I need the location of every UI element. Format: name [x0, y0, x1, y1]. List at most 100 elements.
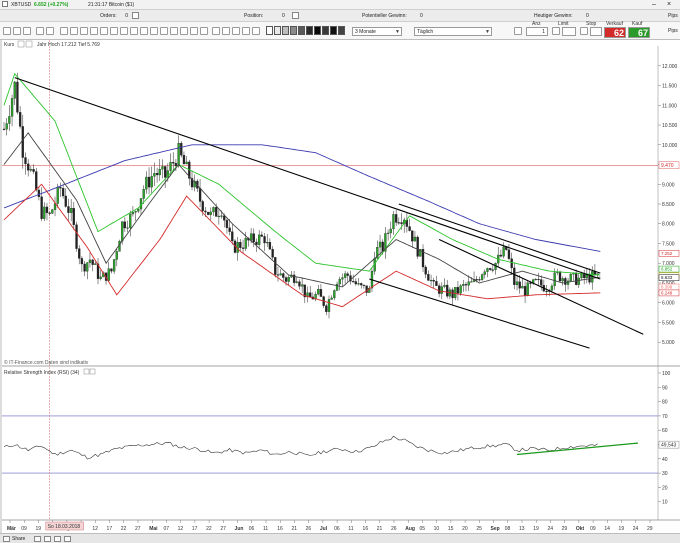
scroll-right-icon[interactable] — [64, 536, 71, 542]
order-settings-icon[interactable] — [514, 27, 522, 35]
color-swatch[interactable] — [314, 26, 321, 35]
bracket-icon[interactable] — [200, 27, 208, 35]
triangle-icon[interactable] — [170, 27, 178, 35]
candle-body — [298, 281, 301, 287]
zoom-out-icon[interactable] — [46, 27, 54, 35]
candle-body — [123, 221, 127, 229]
position-dropdown-button[interactable] — [292, 12, 299, 19]
range-select[interactable]: 3 Monate ▼ — [352, 27, 402, 36]
price-tick-label: 10.000 — [662, 143, 678, 149]
time-tick-label: 13 — [519, 526, 525, 532]
sell-price: 62 — [613, 28, 624, 38]
cycle-icon[interactable] — [140, 27, 148, 35]
candle-body — [18, 112, 22, 127]
horizontal-line-icon[interactable] — [90, 27, 98, 35]
stop-checkbox[interactable] — [580, 27, 588, 35]
grid-icon[interactable] — [44, 536, 51, 542]
lock-icon[interactable] — [252, 27, 260, 35]
interval-select[interactable]: Täglich ▼ — [414, 27, 492, 36]
candle-body — [231, 231, 234, 242]
price-tick-label: 10.500 — [662, 123, 678, 129]
close-icon[interactable]: × — [667, 1, 671, 8]
time-tick-label: 17 — [107, 526, 113, 532]
color-swatch[interactable] — [330, 26, 337, 35]
left-scroll-edge[interactable] — [0, 40, 2, 533]
pitchfork-icon[interactable] — [150, 27, 158, 35]
minimize-icon[interactable]: – — [652, 1, 656, 8]
eraser-icon[interactable] — [232, 27, 240, 35]
candle-body — [131, 212, 135, 215]
share-icon[interactable] — [3, 536, 10, 542]
candle-body — [10, 98, 14, 117]
candle-body — [451, 289, 454, 299]
candle-body — [40, 196, 43, 219]
sell-button[interactable]: 62 — [604, 27, 626, 38]
candle-body — [164, 166, 167, 178]
position-label: Position: — [244, 13, 264, 19]
candle-body — [59, 187, 62, 189]
arrow-icon[interactable] — [70, 27, 78, 35]
color-swatch[interactable] — [298, 26, 305, 35]
home-icon[interactable] — [3, 27, 11, 35]
layout-icon[interactable] — [34, 536, 41, 542]
time-tick-label: Aug — [405, 526, 415, 532]
color-swatch[interactable] — [306, 26, 313, 35]
candle-body — [440, 286, 443, 294]
color-swatch[interactable] — [282, 26, 289, 35]
stop-input[interactable] — [590, 27, 602, 36]
crosshair-icon[interactable] — [60, 27, 68, 35]
candle-body — [464, 284, 468, 286]
time-tick-label: 16 — [277, 526, 283, 532]
rectangle-icon[interactable] — [222, 27, 230, 35]
candle-body — [564, 278, 567, 285]
trendline-icon[interactable] — [80, 27, 88, 35]
orders-dropdown-button[interactable] — [132, 12, 139, 19]
fibonacci-icon[interactable] — [120, 27, 128, 35]
candle-body — [215, 207, 218, 217]
price-last-value-label: 6.398 — [661, 285, 673, 290]
limit-checkbox[interactable] — [552, 27, 560, 35]
color-swatch[interactable] — [322, 26, 329, 35]
chart-canvas[interactable]: 12.00011.50011.00010.50010.0009.5009.000… — [0, 40, 680, 533]
gann-icon[interactable] — [130, 27, 138, 35]
candle-body — [502, 246, 505, 257]
time-tick-label: 10 — [434, 526, 440, 532]
magnet-icon[interactable] — [242, 27, 250, 35]
candle-body — [228, 227, 231, 232]
camera-icon[interactable] — [23, 27, 31, 35]
anz-input[interactable]: 1 — [526, 27, 548, 36]
candle-body — [397, 222, 400, 224]
pen-icon[interactable] — [190, 27, 198, 35]
curve-icon[interactable] — [180, 27, 188, 35]
candle-body — [317, 289, 320, 295]
zoom-in-icon[interactable] — [36, 27, 44, 35]
channel-icon[interactable] — [110, 27, 118, 35]
color-swatch[interactable] — [274, 26, 281, 35]
candle-body — [153, 173, 156, 177]
rsi-settings-icon[interactable] — [83, 368, 90, 375]
vertical-line-icon[interactable] — [100, 27, 108, 35]
candle-body — [220, 215, 223, 217]
limit-input[interactable] — [562, 27, 576, 36]
title-bar: XBTUSD 6.652 (+0.27%) 21:31:17 Bitcoin (… — [0, 0, 680, 10]
color-swatch[interactable] — [290, 26, 297, 35]
rsi-close-icon[interactable] — [89, 368, 96, 375]
ellipse-icon[interactable] — [160, 27, 168, 35]
panel-close-icon[interactable] — [25, 40, 33, 48]
candle-body — [499, 254, 503, 257]
text-tool-icon[interactable] — [212, 27, 220, 35]
candle-body — [550, 285, 554, 291]
panel-settings-icon[interactable] — [17, 40, 25, 48]
buy-button[interactable]: 67 — [628, 27, 650, 38]
candle-body — [169, 162, 172, 171]
color-swatch[interactable] — [266, 26, 273, 35]
print-icon[interactable] — [13, 27, 21, 35]
time-tick-label: 19 — [35, 526, 41, 532]
symbol-label: XBTUSD — [11, 2, 32, 8]
candle-body — [155, 173, 159, 176]
share-label[interactable]: Share — [12, 536, 25, 542]
time-tick-label: 19 — [533, 526, 539, 532]
scroll-left-icon[interactable] — [54, 536, 61, 542]
time-tick-label: 27 — [220, 526, 226, 532]
color-swatch[interactable] — [338, 26, 345, 35]
